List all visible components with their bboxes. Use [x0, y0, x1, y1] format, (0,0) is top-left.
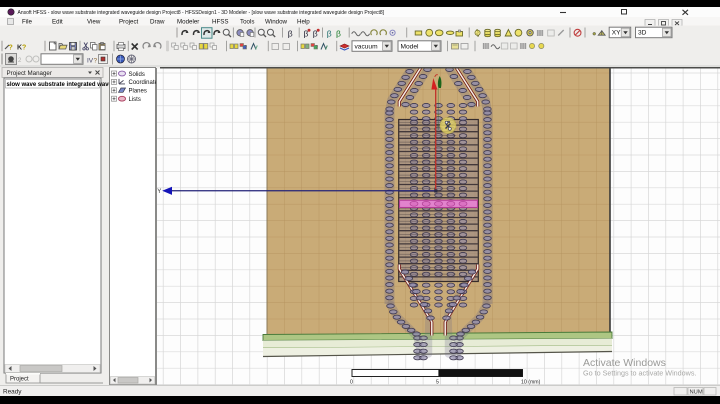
- svg-text:0: 0: [350, 380, 353, 386]
- svg-text:File: File: [22, 19, 33, 26]
- svg-text:?: ?: [22, 45, 26, 52]
- svg-text:5: 5: [436, 380, 439, 386]
- svg-text:Ready: Ready: [3, 389, 22, 396]
- svg-text:Window: Window: [265, 19, 288, 26]
- svg-text:β: β: [288, 29, 293, 39]
- svg-text:Lists: Lists: [129, 97, 141, 103]
- svg-text:Project: Project: [10, 377, 29, 383]
- svg-text:Solids: Solids: [129, 72, 145, 78]
- svg-text:Help: Help: [297, 19, 310, 26]
- svg-text:NUM: NUM: [690, 390, 703, 396]
- svg-text:Project: Project: [119, 19, 139, 26]
- svg-text:Planes: Planes: [129, 89, 147, 95]
- svg-text:10 (mm): 10 (mm): [521, 380, 541, 386]
- svg-text:Go to Settings to activate Win: Go to Settings to activate Windows.: [583, 369, 696, 378]
- svg-text:slow wave substrate integrated: slow wave substrate integrated wave: [7, 82, 113, 88]
- svg-text:?: ?: [244, 45, 247, 51]
- svg-text:Ansoft HFSS - slow wave subs: Ansoft HFSS - slow wave substrate integr…: [18, 10, 385, 16]
- svg-text:Activate Windows: Activate Windows: [583, 357, 666, 369]
- svg-text:Y: Y: [157, 189, 161, 195]
- svg-text:Model: Model: [401, 43, 419, 50]
- svg-text:β: β: [327, 29, 332, 39]
- svg-text:HFSS: HFSS: [212, 19, 229, 26]
- svg-text:XY: XY: [612, 30, 621, 37]
- svg-text:β: β: [336, 29, 341, 39]
- svg-text:Draw: Draw: [150, 19, 165, 26]
- svg-text:?: ?: [315, 45, 318, 51]
- svg-text:3D: 3D: [638, 30, 647, 37]
- svg-text:?: ?: [94, 58, 98, 65]
- svg-text:Modeler: Modeler: [177, 19, 199, 26]
- svg-text:Project Manager: Project Manager: [7, 70, 52, 77]
- svg-text:View: View: [87, 19, 101, 26]
- svg-text:?: ?: [9, 45, 13, 52]
- svg-text:Coordinate: Coordinate: [129, 80, 159, 86]
- svg-text:vacuum: vacuum: [355, 43, 379, 50]
- svg-text:Tools: Tools: [240, 19, 254, 26]
- svg-text:Edit: Edit: [52, 19, 63, 26]
